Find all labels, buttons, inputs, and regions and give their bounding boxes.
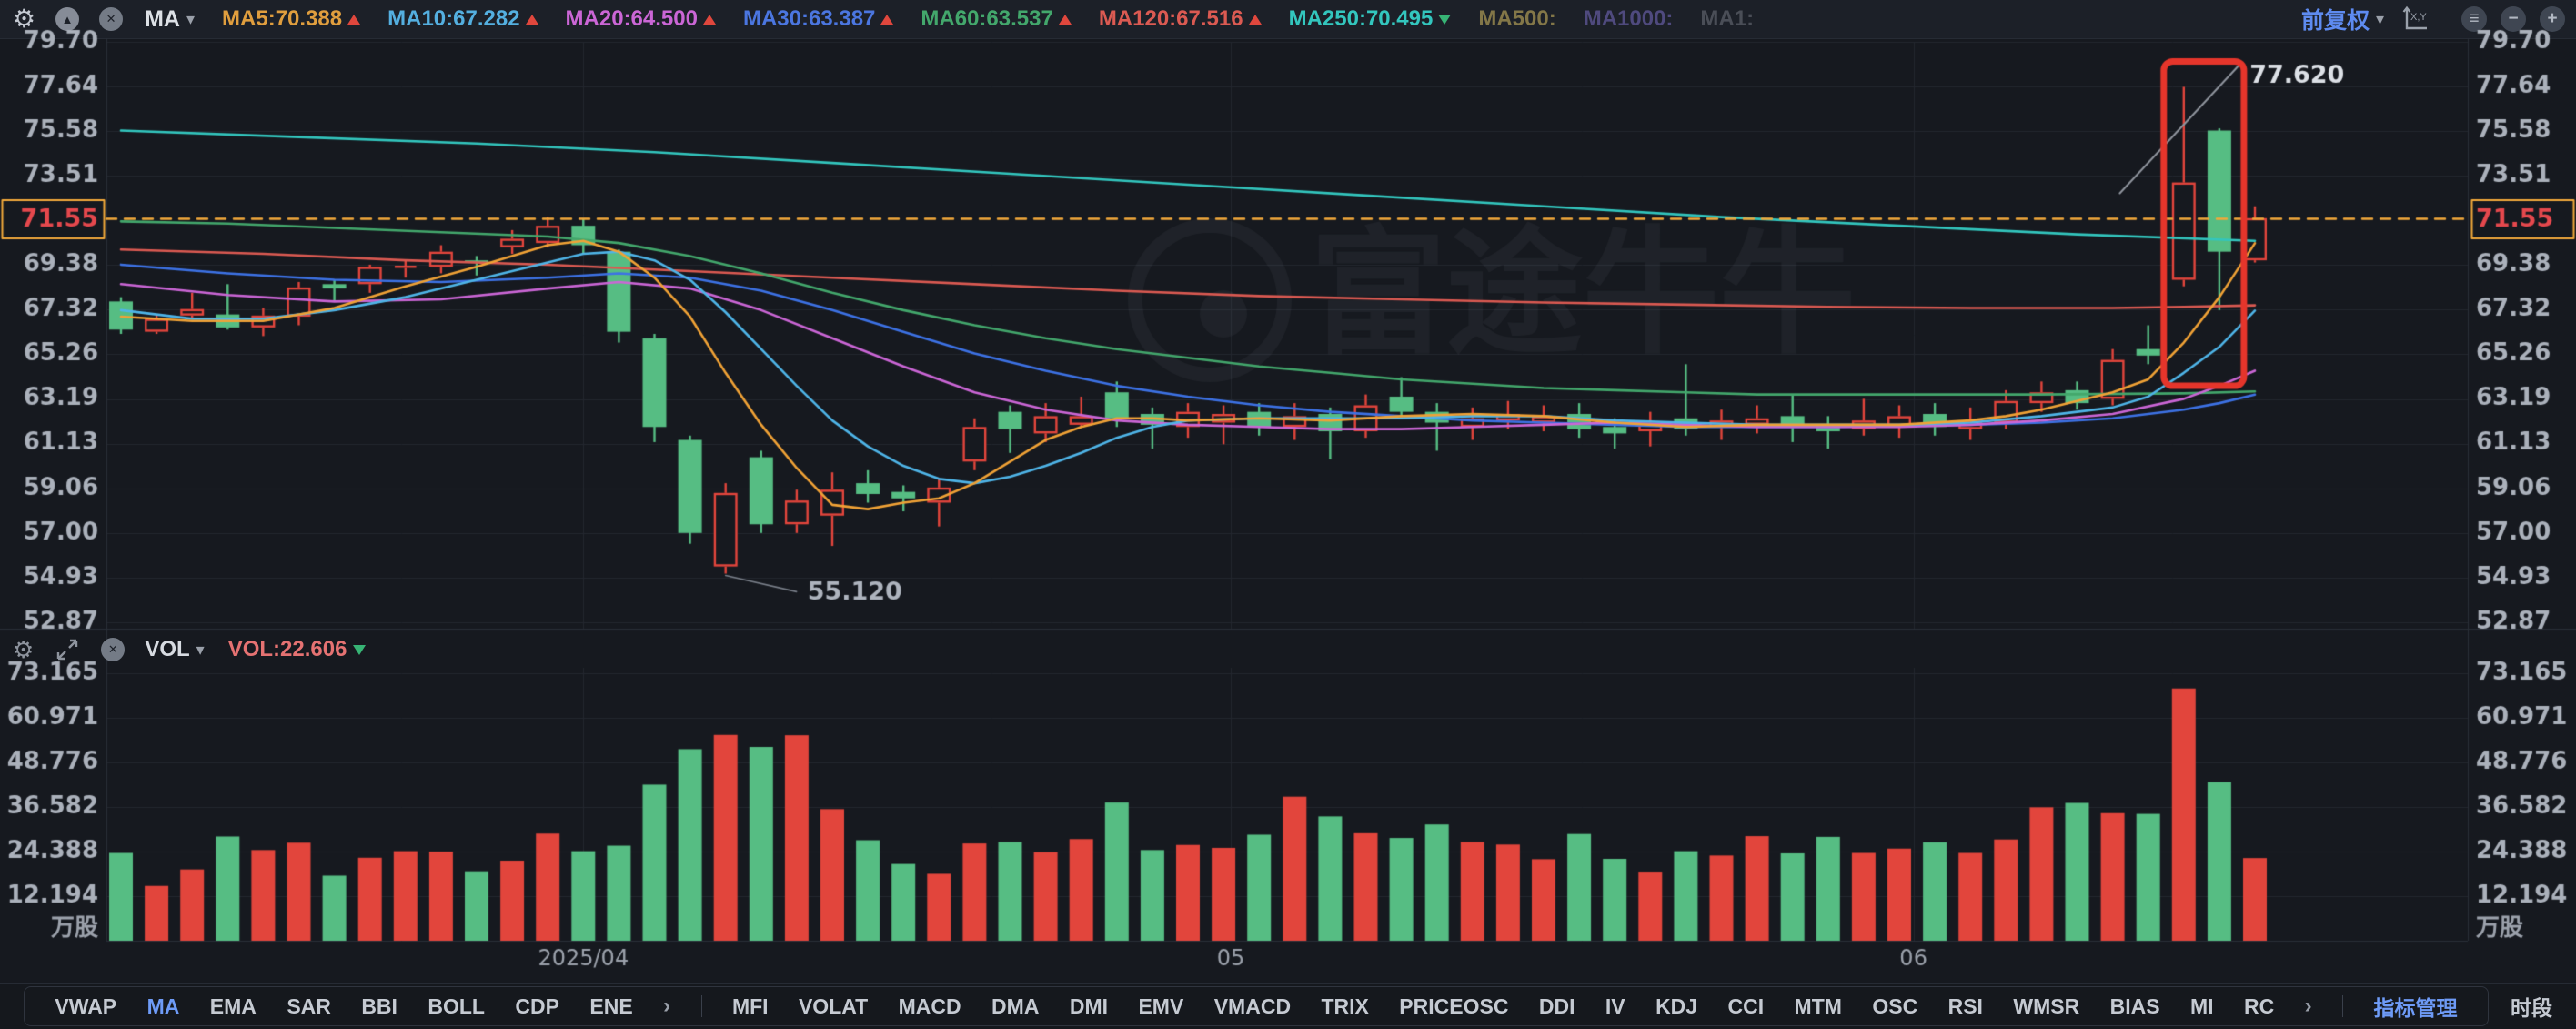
triangle-down-icon <box>353 645 366 655</box>
volume-settings-gear-icon[interactable]: ⚙ <box>13 638 34 661</box>
volume-current-value: VOL:22.606 <box>228 637 367 662</box>
stock-chart-app: { "top_toolbar": { "ma_selector_label": … <box>0 0 2576 1028</box>
chevron-down-icon: ▾ <box>196 641 205 660</box>
expand-pane-icon[interactable] <box>55 638 79 661</box>
volume-indicator-selector[interactable]: VOL ▾ <box>145 637 204 662</box>
volume-value-text: VOL:22.606 <box>228 637 347 662</box>
close-volume-icon[interactable]: ✕ <box>101 638 125 661</box>
volume-selector-label: VOL <box>145 637 189 662</box>
price-volume-chart-canvas[interactable] <box>0 0 2576 1028</box>
volume-pane-header: ⚙ ✕ VOL ▾ VOL:22.606 <box>0 630 366 670</box>
